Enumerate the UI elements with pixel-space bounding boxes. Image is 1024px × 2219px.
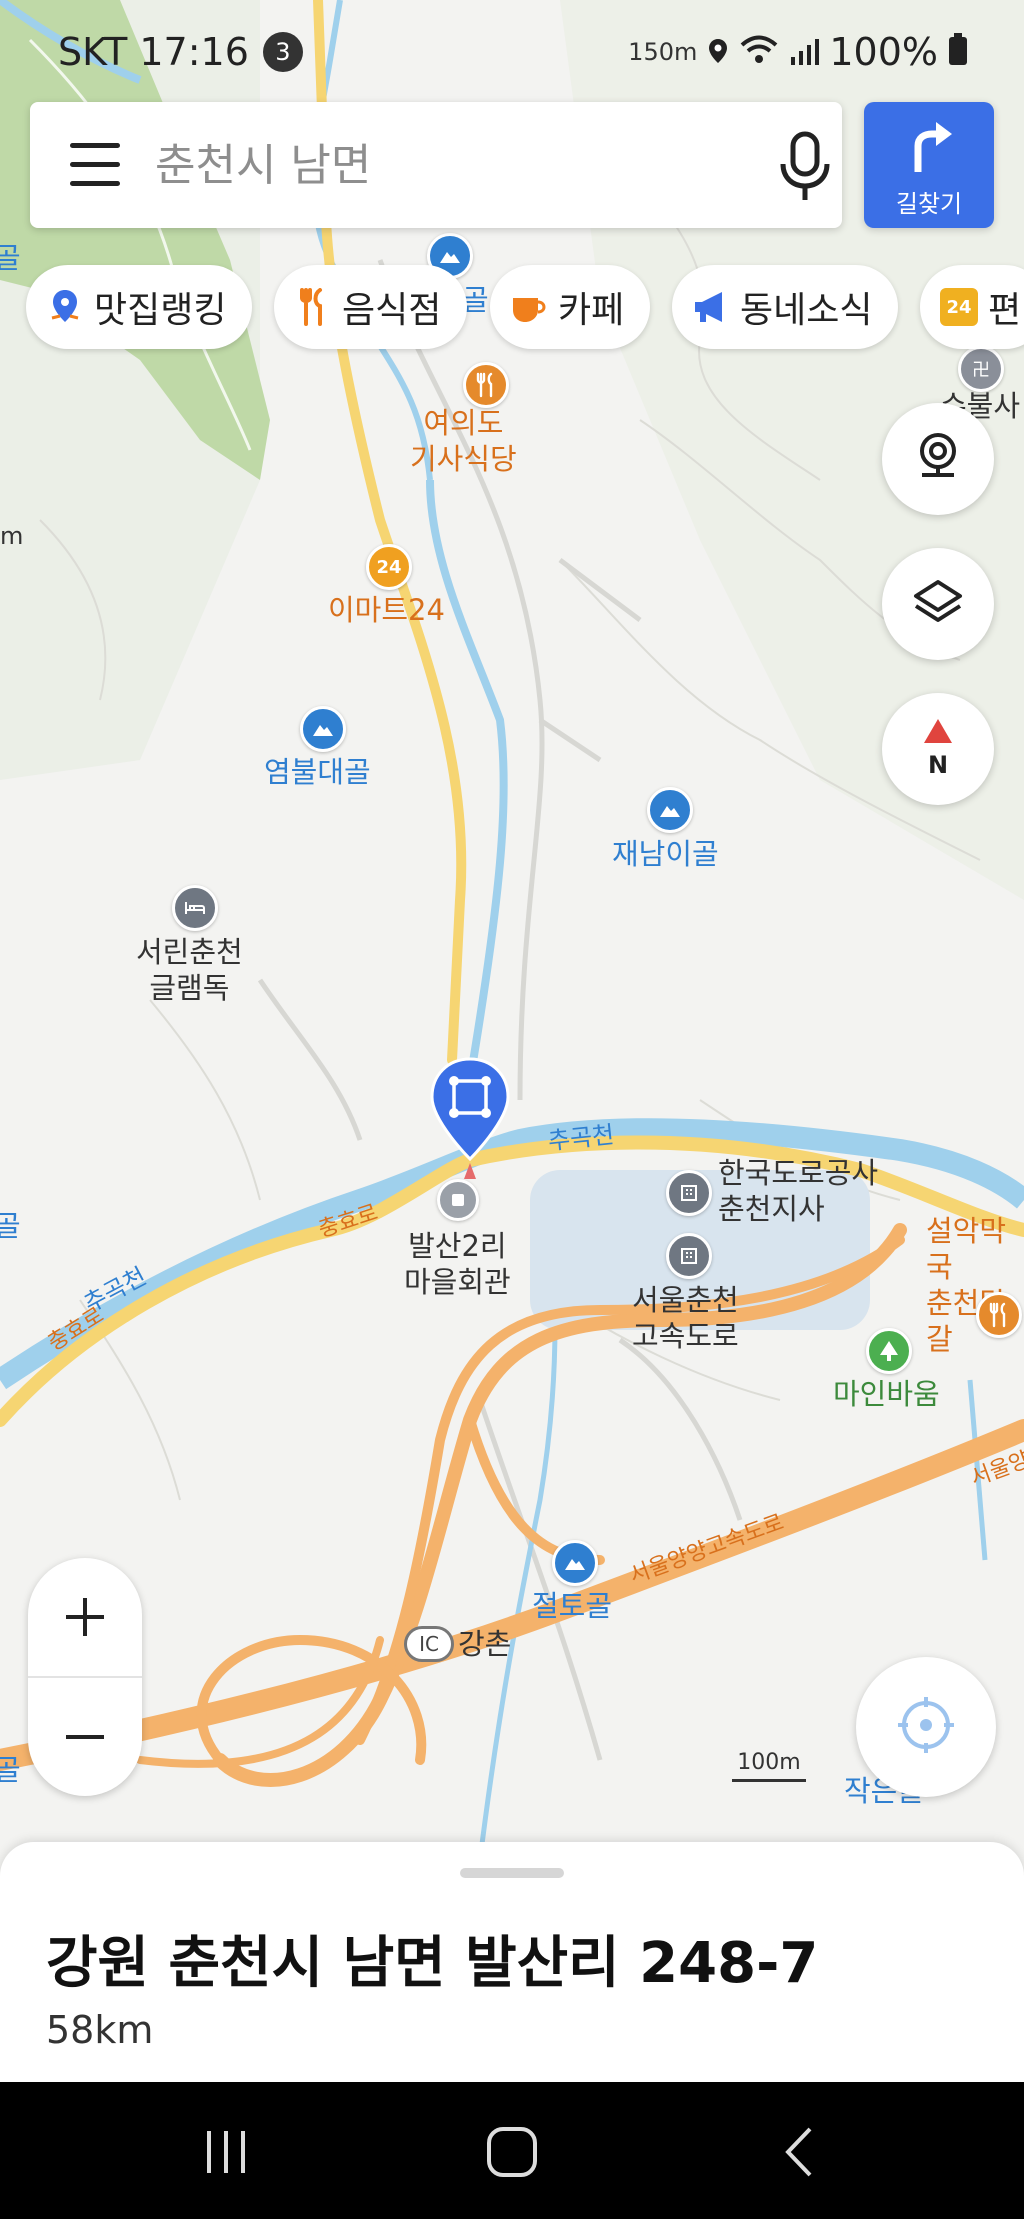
map-scale: 100m — [732, 1750, 806, 1782]
zoom-divider — [28, 1676, 142, 1678]
street-view-button[interactable] — [882, 403, 994, 515]
poi-label-gangchon[interactable]: 강촌 — [458, 1626, 511, 1662]
search-input[interactable] — [155, 130, 715, 200]
scale-bar — [732, 1779, 806, 1782]
location-icon — [707, 30, 729, 74]
map-pin-icon — [46, 288, 84, 326]
recent-apps-button[interactable] — [186, 2122, 266, 2182]
chip-ranking[interactable]: 맛집랭킹 — [26, 265, 253, 349]
office-marker-icon[interactable] — [666, 1170, 712, 1216]
layers-icon — [912, 576, 964, 632]
compass-button[interactable]: N — [882, 693, 994, 805]
chip-label: 맛집랭킹 — [94, 290, 227, 331]
lodging-marker-icon[interactable] — [172, 885, 218, 931]
chip-label: 편 — [988, 290, 1022, 331]
poi-label-mainbawoom[interactable]: 마인바움 — [833, 1376, 940, 1412]
poi-label-yeombul-valley[interactable]: 염불대골 — [264, 754, 371, 790]
building-marker-icon[interactable] — [437, 1179, 479, 1221]
carrier-time: SKT 17:16 — [58, 30, 249, 74]
zoom-controls — [28, 1558, 142, 1796]
chip-convenience-store[interactable]: 24 편 — [920, 265, 1024, 349]
place-address: 강원 춘천시 남면 발산리 248-7 — [46, 1931, 819, 1996]
scale-label: 100m — [737, 1750, 801, 1775]
compass-north-icon: N — [918, 717, 958, 781]
battery-level: 100% — [829, 30, 938, 74]
zoom-in-button[interactable] — [28, 1560, 142, 1674]
coffee-cup-icon — [510, 288, 548, 326]
back-icon — [785, 2127, 812, 2177]
recent-apps-icon — [207, 2131, 245, 2173]
home-button[interactable] — [472, 2122, 552, 2182]
route-button[interactable]: 길찾기 — [864, 102, 994, 228]
chip-label: 동네소식 — [740, 290, 873, 331]
poi-label-jeolto-valley[interactable]: 절토골 — [532, 1588, 612, 1624]
system-navigation-bar — [0, 2082, 1024, 2219]
convenience-24-icon: 24 — [940, 288, 978, 326]
current-location-button[interactable] — [856, 1657, 996, 1797]
svg-text:N: N — [928, 751, 948, 777]
turn-arrow-icon — [904, 118, 956, 174]
menu-icon[interactable] — [70, 143, 120, 187]
poi-label-seoul-chuncheon-expressway[interactable]: 서울춘천 고속도로 — [632, 1282, 739, 1354]
poi-label-jaenami-valley[interactable]: 재남이골 — [612, 836, 719, 872]
route-button-label: 길찾기 — [895, 190, 963, 218]
stream-label: 추곡천 — [546, 1120, 616, 1156]
zoom-out-button[interactable] — [28, 1680, 142, 1794]
poi-label-expressway-corp[interactable]: 한국도로공사 춘천지사 — [718, 1155, 878, 1227]
office-marker-icon[interactable] — [666, 1233, 712, 1279]
poi-label-emart24[interactable]: 이마트24 — [328, 592, 445, 628]
network-speed: 150m — [628, 38, 698, 66]
minus-icon — [66, 1735, 104, 1739]
ic-badge: IC — [404, 1626, 454, 1662]
chip-neighborhood-news[interactable]: 동네소식 — [672, 265, 899, 349]
utensils-icon — [294, 288, 332, 326]
tree-marker-icon[interactable] — [866, 1328, 912, 1374]
place-distance: 58km — [46, 2008, 154, 2052]
restaurant-marker-icon[interactable] — [976, 1292, 1022, 1338]
search-bar[interactable] — [30, 102, 842, 228]
wifi-icon — [739, 30, 779, 74]
back-button[interactable] — [760, 2122, 840, 2182]
selected-location-pin-icon[interactable] — [428, 1055, 512, 1185]
poi-label-balsan-hall[interactable]: 발산2리 마을회관 — [404, 1228, 511, 1300]
layers-button[interactable] — [882, 548, 994, 660]
crosshair-icon — [896, 1695, 956, 1759]
convenience-store-marker-icon[interactable]: 24 — [366, 544, 412, 590]
microphone-icon[interactable] — [775, 130, 835, 204]
poi-label-partial: 골 — [0, 1753, 21, 1787]
status-bar: SKT 17:16 3 150m 100% — [0, 0, 1024, 100]
mountain-marker-icon[interactable] — [552, 1540, 598, 1586]
mountain-marker-icon[interactable] — [300, 706, 346, 752]
poi-label-yeouido-restaurant[interactable]: 여의도 기사식당 — [410, 405, 517, 477]
notification-count-badge: 3 — [262, 32, 303, 72]
place-bottom-sheet[interactable]: 강원 춘천시 남면 발산리 248-7 58km — [0, 1842, 1024, 2082]
megaphone-icon — [692, 288, 730, 326]
plus-icon — [66, 1598, 104, 1636]
poi-label-partial: m — [0, 522, 24, 550]
mountain-marker-icon[interactable] — [647, 787, 693, 833]
chip-label: 카페 — [558, 290, 625, 331]
poi-label-partial: 골 — [0, 1209, 21, 1243]
battery-icon — [948, 30, 968, 74]
home-icon — [487, 2127, 537, 2177]
restaurant-marker-icon[interactable] — [463, 362, 509, 408]
chip-restaurant[interactable]: 음식점 — [274, 265, 468, 349]
poi-label-glamping[interactable]: 서린춘천 글램독 — [136, 934, 243, 1006]
chip-cafe[interactable]: 카페 — [490, 265, 651, 349]
street-view-icon — [912, 429, 964, 489]
chip-label: 음식점 — [342, 290, 442, 331]
category-chips: 맛집랭킹 음식점 카페 동네소식 24 편 — [0, 265, 1024, 355]
drag-handle[interactable] — [460, 1868, 564, 1878]
signal-icon — [789, 30, 820, 74]
